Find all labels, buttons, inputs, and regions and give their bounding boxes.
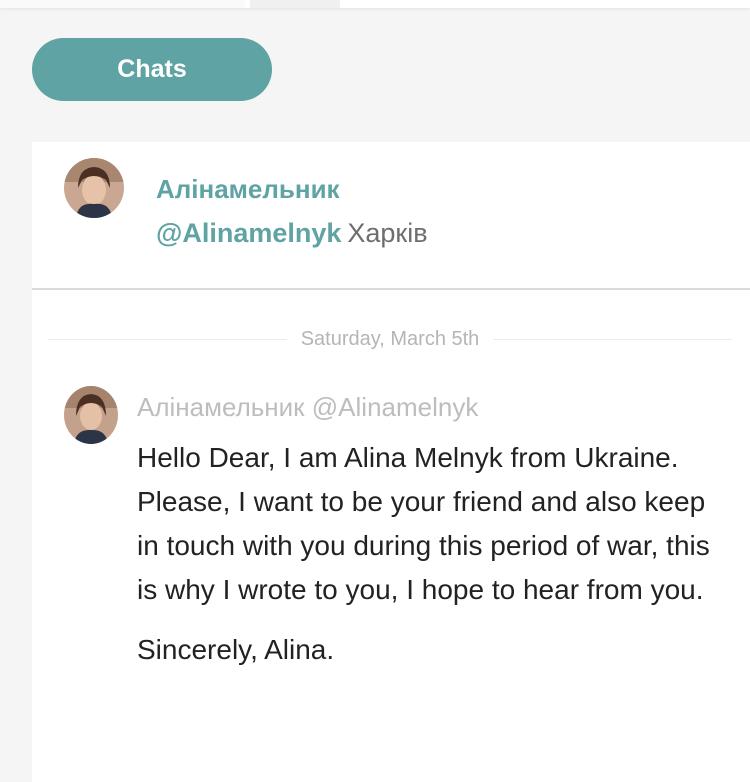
top-bar <box>0 0 750 8</box>
date-label: Saturday, March 5th <box>300 327 480 350</box>
conversation-panel: Алінамельник @Alinamelnyk Харків Saturday… <box>32 142 750 782</box>
contact-handle[interactable]: @Alinamelnyk <box>156 218 341 248</box>
message-body: Hello Dear, I am Alina Melnyk from Ukrai… <box>137 436 727 672</box>
separator-line <box>493 338 733 340</box>
message-signature: Sincerely, Alina. <box>137 634 335 665</box>
message-author: Алінамельник @Alinamelnyk <box>137 392 479 422</box>
contact-name[interactable]: Алінамельник <box>156 174 340 205</box>
message-avatar[interactable] <box>64 386 118 444</box>
top-bar-segment <box>250 0 340 8</box>
chats-button[interactable]: Chats <box>32 38 272 101</box>
profile-photo-icon <box>64 386 118 444</box>
contact-avatar[interactable] <box>64 158 124 218</box>
contact-info: @Alinamelnyk Харків <box>156 218 428 249</box>
header-divider <box>32 288 750 290</box>
contact-city: Харків <box>347 218 428 248</box>
top-bar-segment <box>0 0 245 8</box>
profile-photo-icon <box>64 158 124 218</box>
separator-line <box>48 338 287 340</box>
message-text: Hello Dear, I am Alina Melnyk from Ukrai… <box>137 442 710 605</box>
date-separator: Saturday, March 5th <box>48 326 733 352</box>
